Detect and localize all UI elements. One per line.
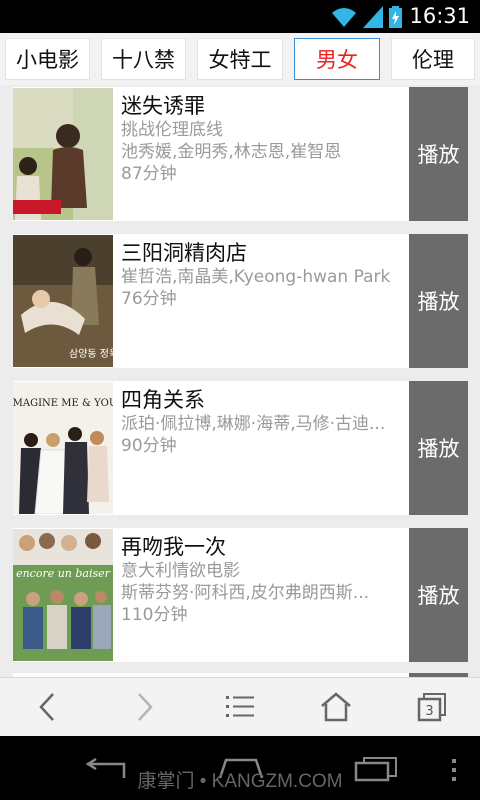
movie-poster[interactable] bbox=[13, 88, 113, 220]
forward-button[interactable] bbox=[125, 688, 165, 726]
movie-title: 三阳洞精肉店 bbox=[121, 241, 247, 265]
tab-nannv[interactable]: 男女 bbox=[294, 38, 380, 80]
movie-duration: 87分钟 bbox=[121, 164, 177, 184]
movie-cast: 斯蒂芬努·阿科西,皮尔弗朗西斯... bbox=[121, 583, 370, 603]
status-bar: 16:31 bbox=[0, 0, 480, 33]
chevron-left-icon bbox=[39, 693, 54, 721]
play-button[interactable]: 播放 bbox=[409, 234, 468, 368]
tab-label: 女特工 bbox=[208, 48, 272, 72]
poster-caption: IMAGINE ME & YOU bbox=[13, 398, 113, 409]
movie-title: 迷失诱罪 bbox=[121, 94, 205, 118]
movie-item[interactable]: encore un baiser 再吻我一次 意大利情欲电影 斯蒂芬努·阿科西,… bbox=[13, 528, 468, 662]
movie-duration: 76分钟 bbox=[121, 289, 177, 309]
battery-charging-icon bbox=[389, 6, 402, 28]
movie-title: 再吻我一次 bbox=[121, 535, 226, 559]
play-button[interactable]: 播放 bbox=[409, 87, 468, 221]
movie-list[interactable]: 迷失诱罪 挑战伦理底线 池秀媛,金明秀,林志恩,崔智恩 87分钟 播放 삼양동 … bbox=[0, 85, 480, 677]
movie-poster[interactable]: IMAGINE ME & YOU bbox=[13, 382, 113, 514]
movie-title: 四角关系 bbox=[121, 388, 205, 412]
play-button[interactable]: 播放 bbox=[409, 381, 468, 515]
movie-poster[interactable]: 삼양동 정육점 bbox=[13, 235, 113, 367]
tabs-icon: 3 bbox=[417, 693, 446, 722]
movie-duration: 110分钟 bbox=[121, 605, 188, 625]
tab-count: 3 bbox=[425, 704, 433, 719]
play-button[interactable]: 播放 bbox=[409, 528, 468, 662]
back-button[interactable] bbox=[27, 688, 67, 726]
movie-item[interactable]: 迷失诱罪 挑战伦理底线 池秀媛,金明秀,林志恩,崔智恩 87分钟 播放 bbox=[13, 87, 468, 221]
browser-toolbar: 3 bbox=[0, 677, 480, 736]
chevron-right-icon bbox=[138, 693, 153, 721]
movie-cast: 崔哲浩,南晶美,Kyeong-hwan Park bbox=[121, 267, 391, 287]
movie-item[interactable]: IMAGINE ME & YOU 四角关系 派珀·佩拉博,琳娜·海蒂,马修·古迪… bbox=[13, 381, 468, 515]
movie-tagline: 挑战伦理底线 bbox=[121, 120, 223, 140]
tab-lunli[interactable]: 伦理 bbox=[391, 38, 475, 80]
movie-cast: 派珀·佩拉博,琳娜·海蒂,马修·古迪... bbox=[121, 414, 386, 434]
tabs-button[interactable]: 3 bbox=[412, 688, 452, 726]
tab-xiaodianying[interactable]: 小电影 bbox=[5, 38, 90, 80]
tab-label: 小电影 bbox=[16, 48, 79, 72]
tab-shibajin[interactable]: 十八禁 bbox=[101, 38, 186, 80]
tab-label: 伦理 bbox=[412, 48, 454, 72]
watermark: 康掌门 • KANGZM.COM bbox=[137, 771, 343, 792]
poster-caption: encore un baiser bbox=[16, 567, 111, 580]
poster-caption: 삼양동 정육점 bbox=[69, 348, 113, 360]
movie-item[interactable]: 삼양동 정육점 三阳洞精肉店 崔哲浩,南晶美,Kyeong-hwan Park … bbox=[13, 234, 468, 368]
wifi-icon bbox=[332, 8, 356, 27]
tab-nvtegong[interactable]: 女特工 bbox=[197, 38, 283, 80]
menu-button[interactable] bbox=[220, 688, 260, 726]
category-tabbar: 小电影 十八禁 女特工 男女 伦理 bbox=[0, 33, 480, 85]
list-menu-icon bbox=[226, 696, 254, 717]
status-time: 16:31 bbox=[409, 4, 470, 28]
movie-tagline: 意大利情欲电影 bbox=[121, 561, 240, 581]
home-button[interactable] bbox=[316, 688, 356, 726]
movie-poster[interactable]: encore un baiser bbox=[13, 529, 113, 661]
tab-label: 男女 bbox=[316, 48, 358, 72]
movie-cast: 池秀媛,金明秀,林志恩,崔智恩 bbox=[121, 142, 342, 162]
tab-label: 十八禁 bbox=[112, 48, 175, 72]
signal-icon bbox=[363, 6, 383, 28]
home-icon bbox=[321, 692, 351, 722]
movie-duration: 90分钟 bbox=[121, 436, 177, 456]
